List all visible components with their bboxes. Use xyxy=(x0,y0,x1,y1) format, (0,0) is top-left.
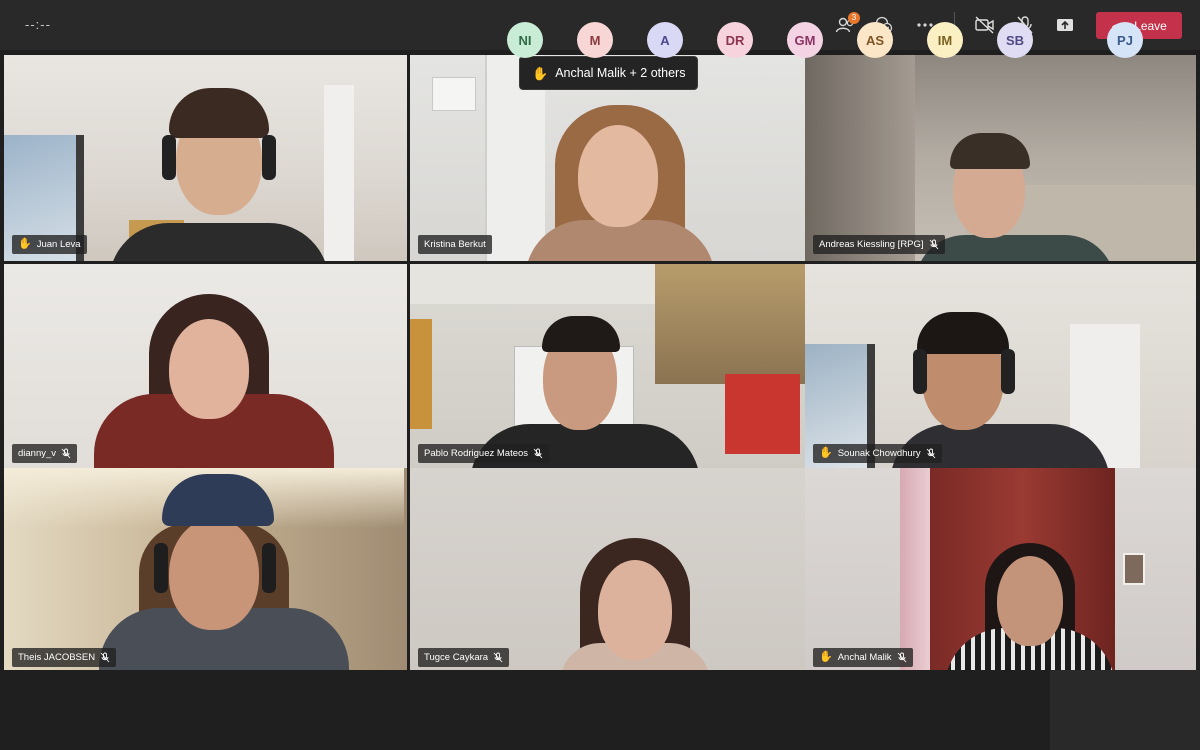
avatar-initials: AS xyxy=(865,32,885,48)
participant-name-tag: Pablo Rodriguez Mateos xyxy=(418,444,550,463)
video-feed xyxy=(805,55,1196,261)
video-feed xyxy=(410,264,813,470)
raised-hands-banner[interactable]: ✋ Anchal Malik + 2 others xyxy=(519,56,699,90)
participant-name-tag: Tugce Caykara xyxy=(418,648,510,667)
video-tile[interactable]: ✋ Sounak Chowdhury xyxy=(805,264,1196,470)
participant-name-tag: ✋ Anchal Malik xyxy=(813,648,913,667)
participant-name: Kristina Berkut xyxy=(424,239,486,250)
avatar-initials: M xyxy=(589,32,601,48)
camera-off-icon xyxy=(975,16,994,34)
participant-name-tag: Theis JACOBSEN xyxy=(12,648,117,667)
participant-name: Anchal Malik xyxy=(837,652,892,663)
mic-off-icon xyxy=(493,652,503,663)
participant-name: Juan Leva xyxy=(36,239,81,250)
raised-hand-icon: ✋ xyxy=(819,651,833,663)
raised-hand-icon: ✋ xyxy=(532,65,549,81)
participant-name-tag: Kristina Berkut xyxy=(418,235,492,254)
mic-off-icon xyxy=(61,448,71,459)
video-tile[interactable]: Pablo Rodriguez Mateos xyxy=(410,264,813,470)
participant-name: dianny_v xyxy=(18,448,57,459)
raised-hands-text: Anchal Malik + 2 others xyxy=(555,66,686,80)
avatar-initials: IM xyxy=(937,32,953,48)
video-feed xyxy=(805,468,1196,674)
avatar-initials: SB xyxy=(1005,32,1025,48)
participant-avatar[interactable]: IM xyxy=(927,22,963,58)
avatar-initials: A xyxy=(660,32,670,48)
avatar-initials: PJ xyxy=(1117,32,1133,48)
participant-avatar[interactable]: DR xyxy=(717,22,753,58)
video-tile[interactable]: ✋ Anchal Malik xyxy=(805,468,1196,674)
participant-name: Pablo Rodriguez Mateos xyxy=(424,448,529,459)
video-feed xyxy=(4,264,407,470)
participant-name-tag: ✋ Sounak Chowdhury xyxy=(813,444,942,463)
mic-off-icon xyxy=(533,448,543,459)
share-tray-icon xyxy=(1057,19,1073,31)
mic-off-icon xyxy=(100,652,110,663)
participant-name: Sounak Chowdhury xyxy=(837,448,921,459)
participant-name: Theis JACOBSEN xyxy=(18,652,96,663)
participant-avatar[interactable]: A xyxy=(647,22,683,58)
participant-roster-strip xyxy=(0,670,1200,750)
participant-name-tag: ✋ Juan Leva xyxy=(12,235,87,254)
raised-hand-icon: ✋ xyxy=(18,238,32,250)
avatar-initials: NI xyxy=(518,32,532,48)
share-content-button[interactable] xyxy=(1050,11,1080,39)
video-tile[interactable]: Andreas Kiessling [RPG] xyxy=(805,55,1196,261)
video-tile[interactable]: Theis JACOBSEN xyxy=(4,468,407,674)
video-feed xyxy=(805,264,1196,470)
mic-off-icon xyxy=(929,239,938,250)
participant-avatar[interactable]: PJ xyxy=(1107,22,1143,58)
participant-name-tag: Andreas Kiessling [RPG] xyxy=(813,235,945,254)
avatar-initials: DR xyxy=(725,32,745,48)
avatar-initials: GM xyxy=(794,32,816,48)
participant-name: Tugce Caykara xyxy=(424,652,489,663)
participant-avatar[interactable]: SB xyxy=(997,22,1033,58)
roster-overflow-pane xyxy=(1050,670,1200,750)
mic-off-icon xyxy=(897,652,906,663)
video-tile[interactable]: dianny_v xyxy=(4,264,407,470)
video-tile[interactable]: ✋ Juan Leva xyxy=(4,55,407,261)
participant-avatar[interactable]: GM xyxy=(787,22,823,58)
participant-name: Andreas Kiessling [RPG] xyxy=(819,239,924,250)
participant-name-tag: dianny_v xyxy=(12,444,78,463)
video-tile[interactable]: Tugce Caykara xyxy=(410,468,813,674)
raised-hand-icon: ✋ xyxy=(819,447,833,459)
video-feed xyxy=(410,468,813,674)
mic-off-icon xyxy=(926,448,935,459)
video-feed xyxy=(4,55,407,261)
meeting-timer: --:-- xyxy=(25,17,51,32)
participant-avatar[interactable]: M xyxy=(577,22,613,58)
camera-toggle-button[interactable] xyxy=(970,11,1000,39)
participants-count-badge: 3 xyxy=(848,12,860,24)
participant-avatar[interactable]: NI xyxy=(507,22,543,58)
video-feed xyxy=(4,468,407,674)
participant-avatar[interactable]: AS xyxy=(857,22,893,58)
